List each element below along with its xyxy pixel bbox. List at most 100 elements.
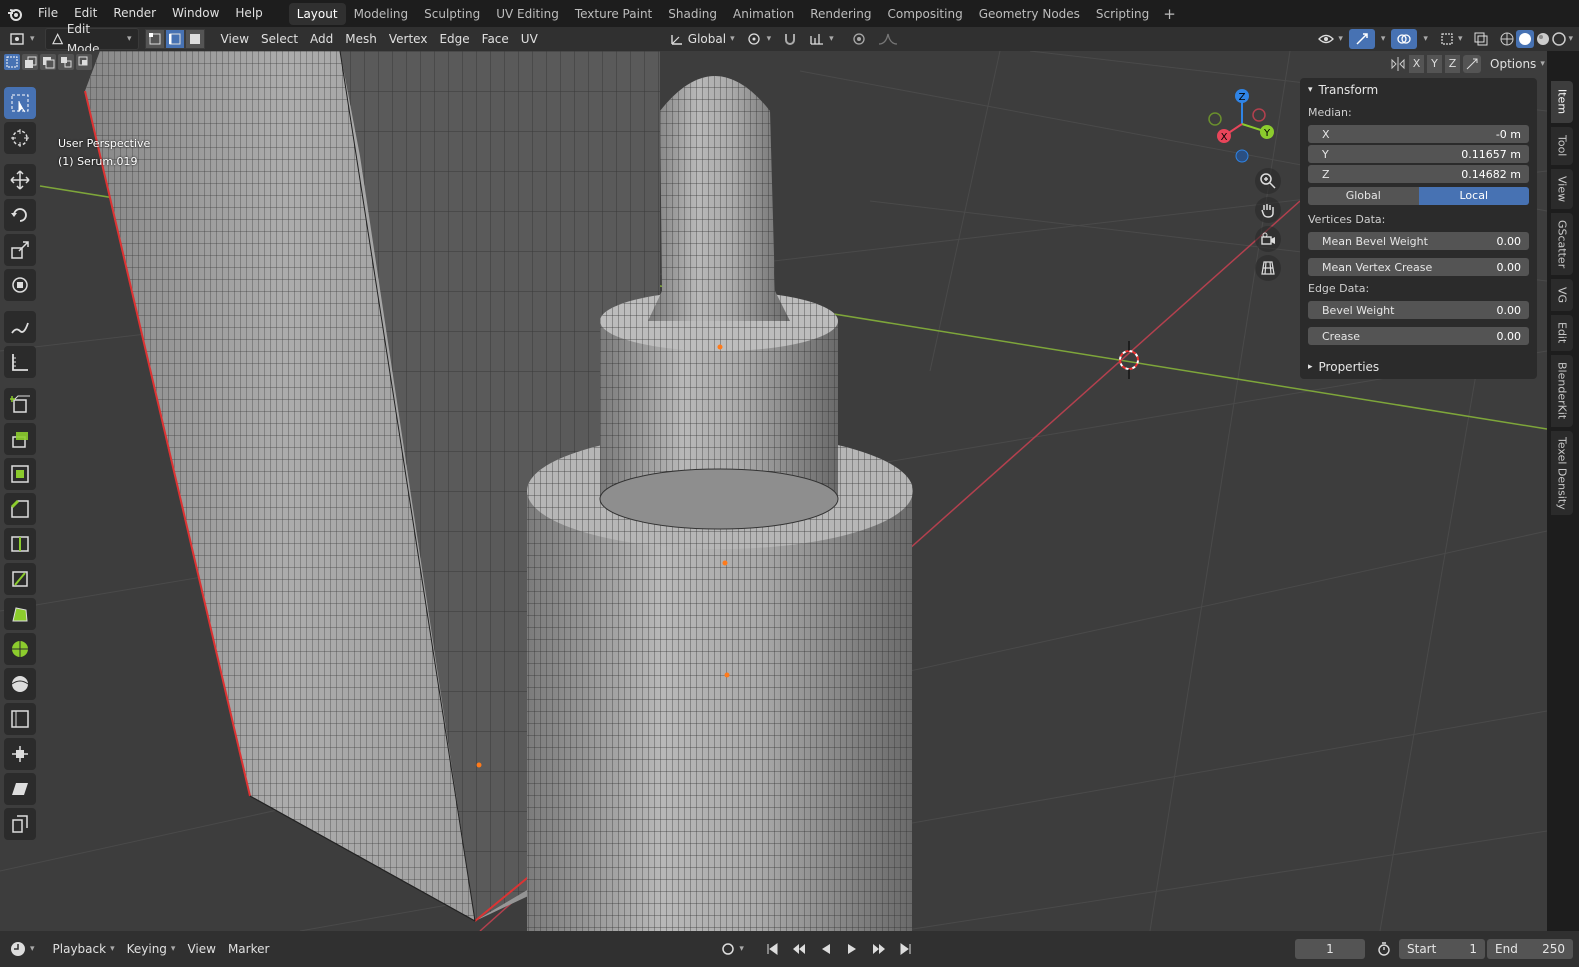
jump-start-button[interactable]	[760, 939, 784, 959]
tab-animation[interactable]: Animation	[725, 3, 802, 25]
end-frame-field[interactable]: End 250	[1487, 939, 1573, 959]
snap-target-dropdown[interactable]: ▾	[803, 29, 840, 49]
pivot-point-dropdown[interactable]: ▾	[741, 29, 778, 49]
gizmo-dropdown[interactable]: ▾	[1375, 29, 1392, 49]
tab-modeling[interactable]: Modeling	[346, 3, 417, 25]
rip-region-tool[interactable]	[4, 808, 36, 840]
zoom-button[interactable]	[1255, 168, 1281, 194]
tab-layout[interactable]: Layout	[288, 2, 346, 25]
edge-select-button[interactable]	[164, 29, 185, 49]
transform-orientation-dropdown[interactable]: Global ▾	[664, 29, 741, 49]
tab-shading[interactable]: Shading	[660, 3, 725, 25]
marker-menu[interactable]: Marker	[222, 939, 275, 959]
menu-select[interactable]: Select	[255, 29, 304, 49]
scale-tool[interactable]	[4, 234, 36, 266]
menu-help[interactable]: Help	[227, 0, 270, 27]
xray-toggle[interactable]	[1468, 29, 1494, 49]
select-invert-icon[interactable]	[58, 54, 74, 70]
current-frame-field[interactable]: 1	[1295, 939, 1365, 959]
preview-range-toggle[interactable]	[1371, 939, 1397, 959]
select-new-icon[interactable]	[4, 54, 20, 70]
tab-gscatter[interactable]: GScatter	[1551, 213, 1573, 275]
global-button[interactable]: Global	[1308, 187, 1419, 205]
rotate-tool[interactable]	[4, 199, 36, 231]
material-shading-icon[interactable]	[1536, 32, 1550, 46]
timeline-view-menu[interactable]: View	[181, 939, 221, 959]
tab-compositing[interactable]: Compositing	[879, 3, 970, 25]
snap-toggle[interactable]	[777, 29, 803, 49]
select-subtract-icon[interactable]	[40, 54, 56, 70]
overlays-dropdown[interactable]: ▾	[1417, 29, 1434, 49]
keying-menu[interactable]: Keying ▾	[121, 939, 182, 959]
menu-uv[interactable]: UV	[515, 29, 544, 49]
menu-edge[interactable]: Edge	[433, 29, 475, 49]
select-box-tool[interactable]	[4, 87, 36, 119]
blender-logo-icon[interactable]	[6, 5, 24, 23]
visibility-dropdown[interactable]: ▾	[1312, 29, 1349, 49]
tab-geometry-nodes[interactable]: Geometry Nodes	[971, 3, 1088, 25]
playback-menu[interactable]: Playback ▾	[47, 939, 121, 959]
auto-merge-icon[interactable]	[1463, 55, 1481, 73]
median-z-field[interactable]: Z 0.14682 m	[1308, 165, 1529, 183]
mode-selector[interactable]: Edit Mode ▾	[44, 22, 139, 56]
tab-sculpting[interactable]: Sculpting	[416, 3, 488, 25]
bevel-weight-field[interactable]: Bevel Weight 0.00	[1308, 301, 1529, 319]
rendered-shading-icon[interactable]	[1552, 32, 1567, 46]
menu-add[interactable]: Add	[304, 29, 339, 49]
median-x-field[interactable]: X -0 m	[1308, 125, 1529, 143]
tab-texel-density[interactable]: Texel Density	[1551, 431, 1573, 515]
bevel-tool[interactable]	[4, 493, 36, 525]
ortho-toggle-button[interactable]	[1255, 255, 1281, 281]
menu-file[interactable]: File	[30, 0, 66, 27]
transform-header[interactable]: ▾ Transform	[1300, 78, 1537, 102]
inset-tool[interactable]	[4, 458, 36, 490]
solid-shading-icon[interactable]	[1516, 30, 1535, 48]
local-button[interactable]: Local	[1418, 187, 1529, 205]
mean-vertex-crease-field[interactable]: Mean Vertex Crease 0.00	[1308, 258, 1529, 276]
editor-type-button[interactable]: ▾	[4, 29, 41, 49]
tab-blenderkit[interactable]: BlenderKit	[1551, 355, 1573, 427]
camera-view-button[interactable]	[1255, 226, 1281, 252]
edge-slide-tool[interactable]	[4, 703, 36, 735]
tab-uv-editing[interactable]: UV Editing	[488, 3, 567, 25]
add-workspace-button[interactable]: +	[1157, 5, 1182, 23]
move-tool[interactable]	[4, 164, 36, 196]
menu-window[interactable]: Window	[164, 0, 227, 27]
pan-button[interactable]	[1255, 197, 1281, 223]
proportional-edit-toggle[interactable]	[846, 29, 872, 49]
tab-edit[interactable]: Edit	[1551, 315, 1573, 351]
mesh-edit-overlays[interactable]: ▾	[1434, 29, 1469, 49]
median-y-field[interactable]: Y 0.11657 m	[1308, 145, 1529, 163]
tab-item[interactable]: Item	[1551, 81, 1573, 123]
tab-rendering[interactable]: Rendering	[802, 3, 879, 25]
tab-scripting[interactable]: Scripting	[1088, 3, 1157, 25]
poly-build-tool[interactable]	[4, 598, 36, 630]
prev-keyframe-button[interactable]	[786, 939, 812, 959]
jump-end-button[interactable]	[894, 939, 918, 959]
menu-mesh[interactable]: Mesh	[339, 29, 383, 49]
crease-field[interactable]: Crease 0.00	[1308, 327, 1529, 345]
start-frame-field[interactable]: Start 1	[1399, 939, 1485, 959]
shear-tool[interactable]	[4, 773, 36, 805]
select-intersect-icon[interactable]	[76, 54, 92, 70]
tab-vg[interactable]: VG	[1551, 279, 1573, 311]
add-cube-tool[interactable]	[4, 388, 36, 420]
mirror-x-toggle[interactable]: X	[1409, 55, 1424, 73]
next-keyframe-button[interactable]	[866, 939, 892, 959]
extrude-tool[interactable]	[4, 423, 36, 455]
annotate-tool[interactable]	[4, 311, 36, 343]
knife-tool[interactable]	[4, 563, 36, 595]
play-button[interactable]	[840, 939, 864, 959]
auto-keying-toggle[interactable]: ▾	[715, 939, 750, 959]
mirror-z-toggle[interactable]: Z	[1445, 55, 1460, 73]
options-dropdown[interactable]: Options ▾	[1484, 54, 1547, 74]
vertex-select-button[interactable]	[144, 29, 165, 49]
menu-view[interactable]: View	[215, 29, 255, 49]
3d-viewport[interactable]: User Perspective (1) Serum.019 Z Y X ▾ T…	[0, 51, 1547, 931]
menu-face[interactable]: Face	[476, 29, 515, 49]
measure-tool[interactable]	[4, 346, 36, 378]
loop-cut-tool[interactable]	[4, 528, 36, 560]
properties-header[interactable]: ▸ Properties	[1300, 355, 1537, 379]
select-extend-icon[interactable]	[22, 54, 38, 70]
gizmo-toggle[interactable]	[1348, 29, 1375, 49]
